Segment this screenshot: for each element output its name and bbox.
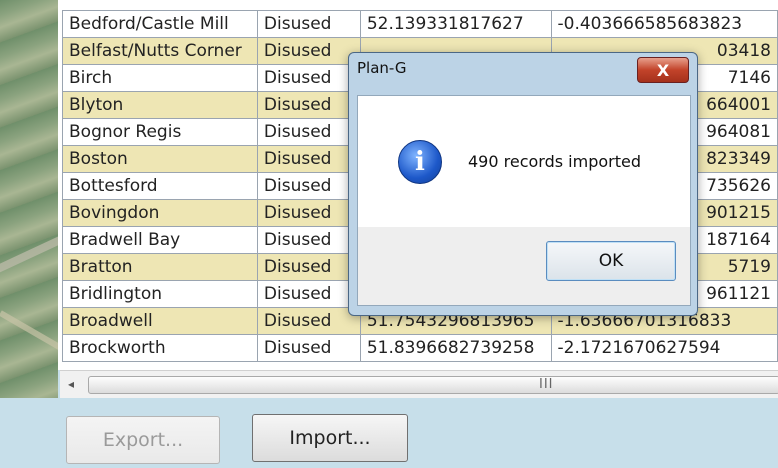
cell-name[interactable]: Broadwell xyxy=(62,307,258,335)
cell-name[interactable]: Bradwell Bay xyxy=(62,226,258,254)
scrollbar-grip-icon: III xyxy=(539,377,554,392)
cell-status[interactable]: Disused xyxy=(256,118,361,146)
cell-status[interactable]: Disused xyxy=(256,226,361,254)
dialog-message: 490 records imported xyxy=(468,152,641,171)
background-aerial-photo xyxy=(0,0,72,400)
cell-status[interactable]: Disused xyxy=(256,334,361,362)
cell-status[interactable]: Disused xyxy=(256,199,361,227)
cell-name[interactable]: Bottesford xyxy=(62,172,258,200)
info-icon: i xyxy=(398,140,442,184)
cell-status[interactable]: Disused xyxy=(256,172,361,200)
cell-longitude[interactable]: -2.1721670627594 xyxy=(550,334,778,362)
cell-status[interactable]: Disused xyxy=(256,253,361,281)
cell-name[interactable]: Birch xyxy=(62,64,258,92)
cell-status[interactable]: Disused xyxy=(256,10,361,38)
cell-status[interactable]: Disused xyxy=(256,64,361,92)
cell-name[interactable]: Bridlington xyxy=(62,280,258,308)
cell-name[interactable]: Boston xyxy=(62,145,258,173)
message-dialog: Plan-G X i 490 records imported OK xyxy=(348,52,698,316)
cell-name[interactable]: Bedford/Castle Mill xyxy=(62,10,258,38)
cell-status[interactable]: Disused xyxy=(256,307,361,335)
cell-status[interactable]: Disused xyxy=(256,91,361,119)
cell-name[interactable]: Bovingdon xyxy=(62,199,258,227)
horizontal-scrollbar[interactable]: ◂ III xyxy=(60,370,778,399)
cell-latitude[interactable]: 51.8396682739258 xyxy=(359,334,552,362)
cell-latitude[interactable]: 52.139331817627 xyxy=(359,10,552,38)
table-row[interactable]: Bedford/Castle Mill Disused 52.13933181762… xyxy=(62,10,778,38)
cell-status[interactable]: Disused xyxy=(256,280,361,308)
cell-name[interactable]: Belfast/Nutts Corner xyxy=(62,37,258,65)
scroll-left-arrow-icon[interactable]: ◂ xyxy=(68,377,74,391)
close-icon[interactable]: X xyxy=(637,57,689,83)
ok-button[interactable]: OK xyxy=(546,241,676,281)
cell-longitude[interactable]: -0.403666585683823 xyxy=(550,10,778,38)
cell-name[interactable]: Brockworth xyxy=(62,334,258,362)
export-button[interactable]: Export... xyxy=(66,416,220,464)
cell-status[interactable]: Disused xyxy=(256,145,361,173)
cell-name[interactable]: Bratton xyxy=(62,253,258,281)
button-bar: Export... Import... xyxy=(0,398,778,468)
dialog-title: Plan-G xyxy=(357,59,407,77)
cell-status[interactable]: Disused xyxy=(256,37,361,65)
import-button[interactable]: Import... xyxy=(252,414,408,462)
dialog-body: i 490 records imported xyxy=(357,95,691,229)
scrollbar-thumb[interactable]: III xyxy=(88,376,778,394)
cell-name[interactable]: Bognor Regis xyxy=(62,118,258,146)
cell-name[interactable]: Blyton xyxy=(62,91,258,119)
table-row[interactable]: Brockworth Disused 51.8396682739258 -2.1721… xyxy=(62,334,778,362)
dialog-footer: OK xyxy=(357,227,691,306)
